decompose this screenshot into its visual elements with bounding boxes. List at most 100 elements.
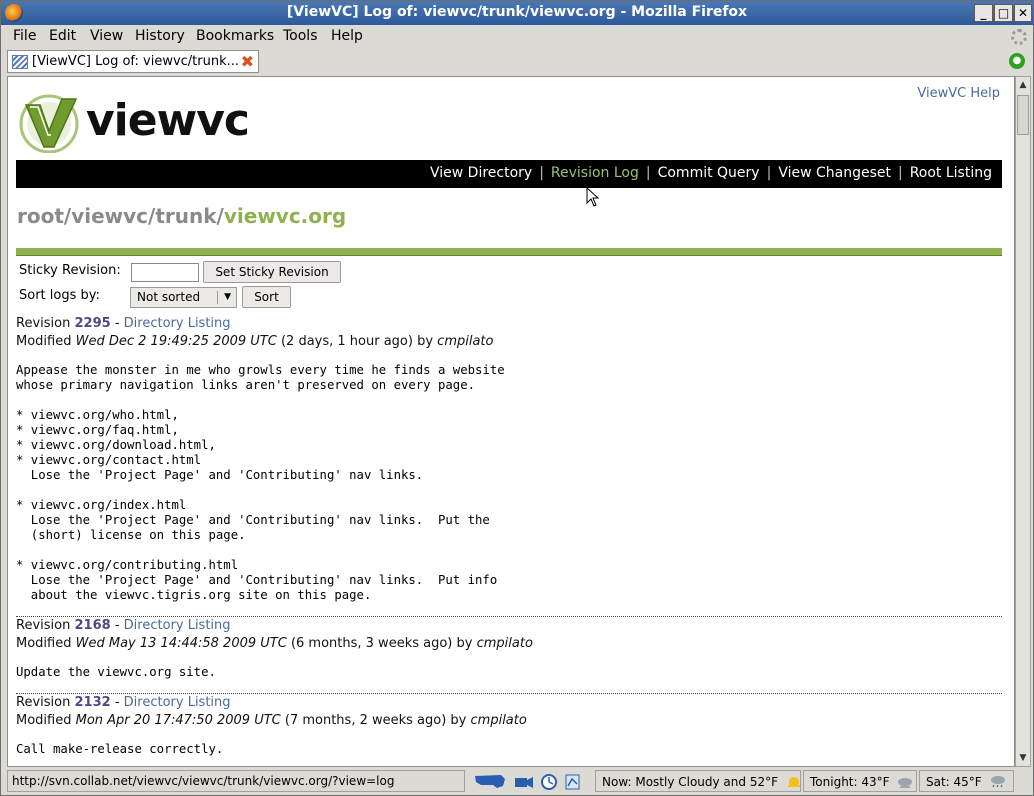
viewvc-logo-icon [19, 94, 79, 154]
revision-entry: Revision 2168 - Directory Listing Modifi… [16, 618, 1006, 680]
sort-select-value: Not sorted [137, 290, 201, 304]
revision-label: Revision [16, 316, 71, 331]
weather-tonight-text: Tonight: 43°F [810, 775, 890, 789]
status-url: http://svn.collab.net/viewvc/viewvc/trun… [7, 770, 465, 792]
menu-history[interactable]: History [135, 28, 185, 44]
sticky-revision-label: Sticky Revision: [19, 263, 121, 278]
nav-view-changeset[interactable]: View Changeset [778, 165, 891, 181]
revision-message: Update the viewvc.org site. [16, 665, 216, 679]
breadcrumb-current: viewvc.org [223, 204, 347, 228]
revision-number-link[interactable]: 2168 [74, 618, 110, 633]
title-bar[interactable]: [ViewVC] Log of: viewvc/trunk/viewvc.org… [1, 1, 1033, 25]
breadcrumb: root/viewvc/trunk/viewvc.org [17, 204, 346, 228]
chevron-down-icon: ▼ [224, 292, 231, 302]
revision-dash: - [114, 316, 120, 331]
revision-label: Revision [16, 695, 71, 710]
nav-commit-query[interactable]: Commit Query [658, 165, 760, 181]
throbber-icon [1011, 29, 1027, 45]
revision-number-link[interactable]: 2295 [74, 316, 110, 331]
modified-label: Modified [16, 334, 72, 349]
revision-author: cmpilato [476, 636, 533, 651]
revision-age: (6 months, 3 weeks ago) by [290, 636, 473, 651]
revision-label: Revision [16, 618, 71, 633]
revision-date: Wed Dec 2 19:49:25 2009 UTC [75, 334, 277, 349]
revision-message: Appease the monster in me who growls eve… [16, 363, 505, 602]
nav-separator: | [645, 165, 651, 181]
breadcrumb-prefix[interactable]: root/viewvc/trunk/ [17, 204, 224, 228]
scroll-down-icon[interactable]: ▼ [1016, 751, 1030, 765]
status-addon-icons [471, 770, 591, 792]
revision-entry: Revision 2132 - Directory Listing Modifi… [16, 695, 1006, 757]
mouse-cursor-icon [586, 187, 600, 207]
close-tab-icon[interactable]: ✖ [241, 52, 254, 71]
clock-icon[interactable] [541, 774, 557, 790]
revision-dash: - [114, 695, 120, 710]
nav-bar: View Directory | Revision Log | Commit Query… [16, 160, 1002, 188]
sort-select[interactable]: Not sorted ▼ [130, 287, 237, 308]
revision-entry: Revision 2295 - Directory Listing Modifi… [16, 316, 1006, 603]
menu-view[interactable]: View [90, 28, 123, 44]
revision-message: Call make-release correctly. [16, 742, 224, 756]
sort-logs-label: Sort logs by: [19, 288, 100, 303]
sort-button[interactable]: Sort [242, 286, 291, 308]
directory-listing-link[interactable]: Directory Listing [124, 316, 231, 331]
browser-window: [ViewVC] Log of: viewvc/trunk/viewvc.org… [0, 0, 1034, 796]
viewvc-favicon-icon [12, 55, 28, 69]
weather-now-text: Now: Mostly Cloudy and 52°F [602, 775, 778, 789]
maximize-button[interactable]: □ [994, 4, 1013, 22]
tab-label: [ViewVC] Log of: viewvc/trunk... [32, 54, 240, 69]
weather-tonight[interactable]: Tonight: 43°F [803, 770, 917, 792]
tab-bar: [ViewVC] Log of: viewvc/trunk... ✖ ● [1, 49, 1033, 75]
menu-file[interactable]: File [13, 28, 36, 44]
directory-listing-link[interactable]: Directory Listing [124, 618, 231, 633]
modified-label: Modified [16, 636, 72, 651]
nav-revision-log[interactable]: Revision Log [551, 165, 639, 181]
vertical-scrollbar[interactable]: ▲ ▼ [1015, 76, 1031, 767]
menu-bookmarks[interactable]: Bookmarks [196, 28, 274, 44]
nav-separator: | [897, 165, 903, 181]
close-window-button[interactable]: ✕ [1014, 4, 1032, 22]
weather-sat-text: Sat: 45°F [926, 775, 982, 789]
menu-edit[interactable]: Edit [49, 28, 76, 44]
nav-view-directory[interactable]: View Directory [430, 165, 532, 181]
viewvc-help-link[interactable]: ViewVC Help [917, 86, 1000, 101]
nav-root-listing[interactable]: Root Listing [910, 165, 992, 181]
window-title: [ViewVC] Log of: viewvc/trunk/viewvc.org… [286, 4, 748, 20]
revision-age: (2 days, 1 hour ago) by [280, 334, 434, 349]
page-content: ViewVC Help viewvc View Directory | Revisi… [7, 76, 1015, 767]
sticky-revision-input[interactable] [131, 263, 199, 282]
menu-help[interactable]: Help [331, 28, 363, 44]
tab-viewvc-log[interactable]: [ViewVC] Log of: viewvc/trunk... ✖ [7, 50, 259, 73]
menu-tools[interactable]: Tools [283, 28, 318, 44]
revision-author: cmpilato [437, 334, 494, 349]
video-camera-icon[interactable] [515, 777, 533, 788]
minimize-button[interactable]: _ [974, 4, 993, 22]
weather-now[interactable]: Now: Mostly Cloudy and 52°F [595, 770, 801, 792]
viewvc-logo[interactable]: viewvc [18, 91, 258, 154]
rain-cloud-icon [990, 776, 1005, 788]
revision-age: (7 months, 2 weeks ago) by [284, 713, 467, 728]
scrollbar-thumb[interactable] [1017, 95, 1029, 135]
set-sticky-revision-button[interactable]: Set Sticky Revision [203, 261, 341, 283]
revision-dash: - [114, 618, 120, 633]
nav-separator: | [539, 165, 544, 181]
scroll-up-icon[interactable]: ▲ [1016, 78, 1030, 92]
menu-bar: File Edit View History Bookmarks Tools H… [1, 25, 1033, 49]
weather-sat[interactable]: Sat: 45°F [919, 770, 1014, 792]
divider [16, 248, 1002, 256]
select-divider [217, 291, 218, 304]
revision-date: Wed May 13 14:44:58 2009 UTC [75, 636, 287, 651]
revision-number-link[interactable]: 2132 [74, 695, 110, 710]
nav-separator: | [766, 165, 772, 181]
cloudy-night-icon [898, 778, 913, 788]
partly-sunny-icon [787, 777, 800, 787]
logo-text: viewvc [86, 95, 250, 146]
status-ok-icon: ● [1009, 53, 1025, 69]
us-map-icon[interactable] [475, 775, 505, 788]
weather-radar-icon[interactable] [565, 774, 580, 790]
modified-label: Modified [16, 713, 72, 728]
revision-author: cmpilato [470, 713, 527, 728]
revision-date: Mon Apr 20 17:47:50 2009 UTC [75, 713, 281, 728]
directory-listing-link[interactable]: Directory Listing [124, 695, 231, 710]
status-bar: http://svn.collab.net/viewvc/viewvc/trun… [1, 767, 1033, 795]
